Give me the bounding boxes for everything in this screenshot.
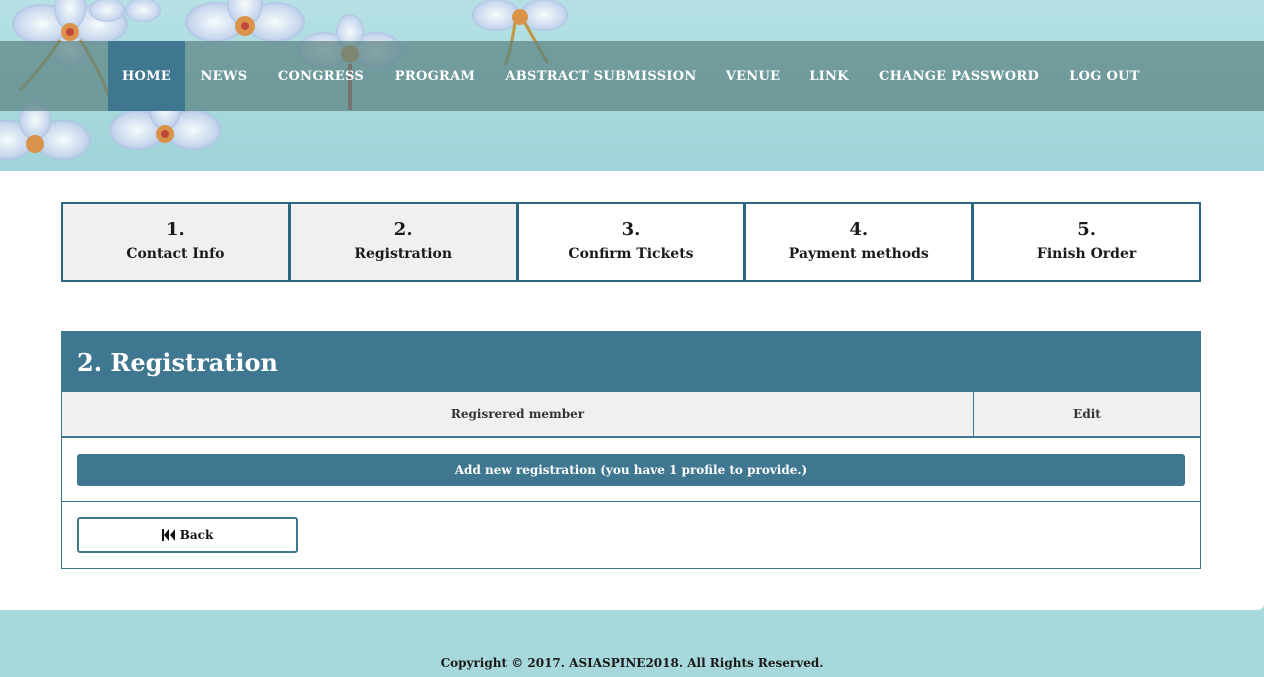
step-number: 4.: [849, 219, 869, 240]
main-navigation: HOME NEWS CONGRESS PROGRAM ABSTRACT SUBM…: [0, 41, 1264, 111]
column-registered-member: Regisrered member: [62, 392, 974, 436]
nav-item-congress[interactable]: CONGRESS: [272, 41, 370, 111]
panel-title: 2. Registration: [62, 332, 1200, 392]
nav-item-program[interactable]: PROGRAM: [386, 41, 484, 111]
footer: Copyright © 2017. ASIASPINE2018. All Rig…: [0, 610, 1264, 677]
step-label: Contact Info: [126, 246, 225, 262]
back-button[interactable]: Back: [77, 517, 298, 553]
step-label: Registration: [354, 246, 453, 262]
step-number: 1.: [166, 219, 185, 240]
step-label: Payment methods: [788, 246, 929, 262]
fast-backward-icon: [161, 529, 176, 541]
step-payment-methods[interactable]: 4. Payment methods: [745, 202, 974, 282]
step-finish-order[interactable]: 5. Finish Order: [973, 202, 1201, 282]
step-registration[interactable]: 2. Registration: [289, 202, 518, 282]
nav-item-news[interactable]: NEWS: [193, 41, 255, 111]
nav-item-change-password[interactable]: CHANGE PASSWORD: [870, 41, 1048, 111]
step-number: 3.: [621, 219, 641, 240]
back-button-label: Back: [179, 528, 214, 542]
nav-item-link[interactable]: LINK: [802, 41, 856, 111]
header-banner: HOME NEWS CONGRESS PROGRAM ABSTRACT SUBM…: [0, 0, 1264, 171]
nav-item-abstract-submission[interactable]: ABSTRACT SUBMISSION: [499, 41, 703, 111]
nav-item-log-out[interactable]: LOG OUT: [1063, 41, 1146, 111]
add-registration-button[interactable]: Add new registration (you have 1 profile…: [77, 453, 1185, 486]
main-content: 1. Contact Info 2. Registration 3. Confi…: [0, 171, 1264, 610]
add-registration-row: Add new registration (you have 1 profile…: [62, 438, 1200, 502]
nav-item-home[interactable]: HOME: [108, 41, 185, 111]
step-number: 2.: [393, 219, 413, 240]
registration-table-header: Regisrered member Edit: [62, 392, 1200, 438]
back-row: Back: [62, 502, 1200, 568]
step-confirm-tickets[interactable]: 3. Confirm Tickets: [517, 202, 746, 282]
column-edit: Edit: [1073, 407, 1101, 421]
registration-panel: 2. Registration Regisrered member Edit A…: [61, 331, 1201, 569]
copyright-text: Copyright © 2017. ASIASPINE2018. All Rig…: [440, 656, 824, 670]
nav-item-venue[interactable]: VENUE: [719, 41, 787, 111]
step-contact-info[interactable]: 1. Contact Info: [61, 202, 290, 282]
step-label: Finish Order: [1036, 246, 1137, 262]
step-label: Confirm Tickets: [568, 246, 694, 262]
step-number: 5.: [1077, 219, 1096, 240]
checkout-steps: 1. Contact Info 2. Registration 3. Confi…: [61, 202, 1201, 282]
